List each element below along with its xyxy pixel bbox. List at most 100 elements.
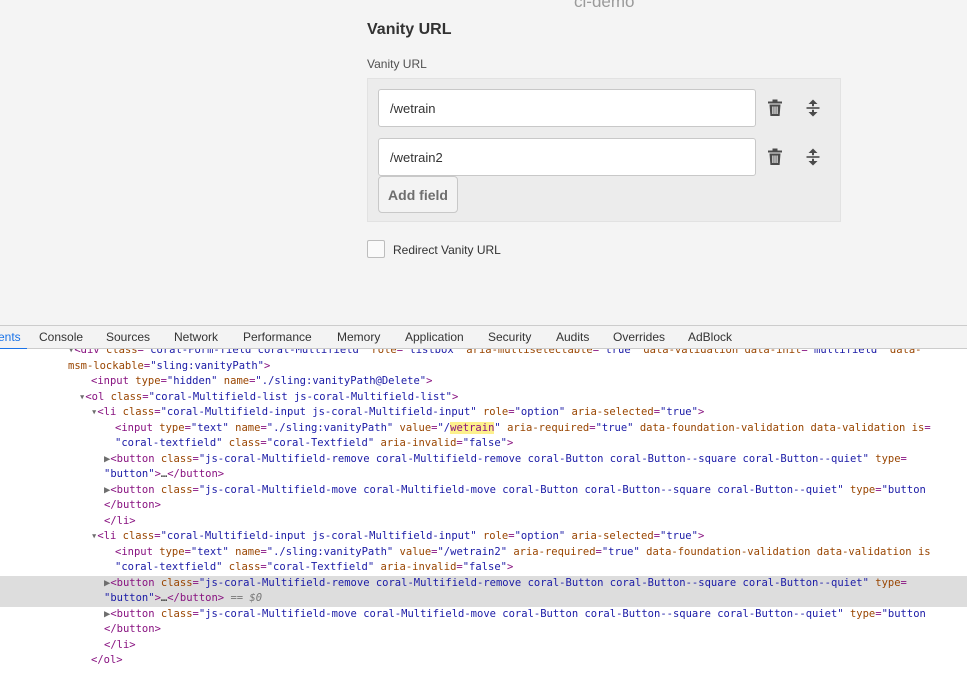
tab-adblock[interactable]: AdBlock [688,330,732,344]
vanity-url-multifield: Add field [367,78,841,222]
dom-tree-line[interactable]: "coral-textfield" class="coral-Textfield… [0,436,967,452]
dom-token: type [135,375,161,387]
dom-token: > [506,561,514,573]
dom-token: </li> [104,638,136,651]
dom-token: "sling:vanityPath" [150,359,264,372]
dom-tree-line[interactable]: "coral-textfield" class="coral-Textfield… [0,560,967,576]
tab-security[interactable]: Security [488,330,531,344]
dom-token: "button" [104,468,155,480]
dom-token: name [223,375,250,387]
tab-performance[interactable]: Performance [243,330,312,344]
trash-icon [768,148,782,165]
tab-sources[interactable]: Sources [106,330,150,344]
dom-token: <ol [85,390,111,403]
dom-token: "./sling:vanityPath" [266,421,400,434]
dom-token: value [399,421,432,434]
dom-tree-line[interactable]: ▶<button class="js-coral-Multifield-move… [0,607,967,623]
dom-token: > [697,406,705,418]
tab-memory[interactable]: Memory [337,330,380,344]
dom-token: "coral-Multifield-list js-coral-Multifie… [148,390,452,403]
add-field-button[interactable]: Add field [378,176,458,213]
dom-token: "js-coral-Multifield-remove coral-Multif… [198,452,876,465]
dom-token: type [159,421,185,434]
dom-token: <div [74,349,106,356]
dom-token: "coral-Multifield-input js-coral-Multifi… [160,406,483,418]
dom-token: = [900,452,907,465]
dom-token: class [160,576,193,589]
dom-token: <button [110,607,161,620]
dom-token: </ol> [91,654,123,666]
dom-token: class [105,349,138,356]
dom-token: role [371,349,397,356]
dom-token: "true" [660,530,698,542]
dom-tree-line[interactable]: "button">…</button> [0,467,967,483]
vanity-url-label: Vanity URL [367,57,427,71]
remove-field-button-2[interactable] [762,144,788,170]
dom-token: == $0 [224,592,263,604]
dom-token: > [426,375,433,387]
dom-token: aria-selected [571,406,654,418]
dom-tree-line[interactable]: ▾<li class="coral-Multifield-input js-co… [0,529,967,545]
move-field-button-2[interactable] [800,144,826,170]
dom-token: "coral-Textfield" [266,561,381,573]
dom-token: aria-required [513,545,596,558]
vanity-url-input-1[interactable] [378,89,756,127]
dom-token: <li [97,406,123,418]
remove-field-button-1[interactable] [762,95,788,121]
dom-token: data-foundation-validation data-validati… [646,545,931,558]
dom-tree-line[interactable]: ▶<button class="js-coral-Multifield-remo… [0,575,967,591]
dom-tree-line[interactable]: </li> [0,638,967,654]
dom-tree-line[interactable]: ▾<li class="coral-Multifield-input js-co… [0,405,967,421]
dom-tree-line[interactable]: </button> [0,622,967,638]
dom-tree-line[interactable]: </li> [0,514,967,530]
page-header-title: ci-demo [574,0,635,11]
dom-tree-line[interactable]: <input type="text" name="./sling:vanityP… [0,421,967,437]
dom-token: "/ [437,421,451,434]
dom-token: "text" [190,421,236,434]
dom-token: <input [115,545,160,558]
dom-tree-line[interactable]: </ol> [0,653,967,669]
tab-console[interactable]: Console [39,330,83,344]
elements-dom-tree: ▾<div class="coral-Form-field coral-Mult… [0,349,967,673]
dom-token: "./sling:vanityPath" [266,545,400,558]
dom-token: "coral-Multifield-input js-coral-Multifi… [160,530,483,542]
dom-tree-line[interactable]: "button">…</button> == $0 [0,591,967,607]
move-field-button-1[interactable] [800,95,826,121]
dom-tree-line[interactable]: ▶<button class="js-coral-Multifield-remo… [0,452,967,468]
dom-token: "js-coral-Multifield-remove coral-Multif… [198,576,876,589]
dom-token: "button" [104,592,155,604]
dom-token: type [849,483,876,496]
dom-token: aria-invalid [380,437,457,449]
dom-token: class [110,390,143,403]
redirect-vanity-url-checkbox[interactable] [367,240,385,258]
dom-token: <button [110,483,161,496]
dom-token: name [235,421,261,434]
trash-icon [768,99,782,116]
dom-token: wetrain [450,421,495,434]
dom-token: <input [91,375,136,387]
tab-network[interactable]: Network [174,330,218,344]
dom-tree-line[interactable]: <input type="hidden" name="./sling:vanit… [0,374,967,390]
vanity-url-input-2[interactable] [378,138,756,176]
dom-token: > [452,390,459,403]
tab-overrides[interactable]: Overrides [613,330,665,344]
dom-tree-line[interactable]: ▶<button class="js-coral-Multifield-move… [0,483,967,499]
dom-token: > [506,437,514,449]
dom-token: aria-required [507,421,590,434]
dom-token: "option" [514,530,572,542]
dom-tree-line[interactable]: </button> [0,498,967,514]
dom-tree-line[interactable]: ▾<div class="coral-Form-field coral-Mult… [0,349,967,359]
tab-audits[interactable]: Audits [556,330,589,344]
dom-token: aria-multiselectable [466,349,593,356]
dom-token: "coral-textfield" [115,437,229,449]
dom-token: <button [110,576,161,589]
tab-elements[interactable]: ents [0,330,27,350]
dom-token: "coral-Form-field coral-Multifield" [143,349,372,356]
dom-token: "true" [599,349,644,356]
dom-token: </button> [104,499,161,511]
dom-tree-line[interactable]: ▾<ol class="coral-Multifield-list js-cor… [0,390,967,406]
dom-tree-line[interactable]: msm-lockable="sling:vanityPath"> [0,359,967,375]
dom-token: role [482,530,509,542]
dom-tree-line[interactable]: <input type="text" name="./sling:vanityP… [0,545,967,561]
tab-application[interactable]: Application [405,330,464,344]
